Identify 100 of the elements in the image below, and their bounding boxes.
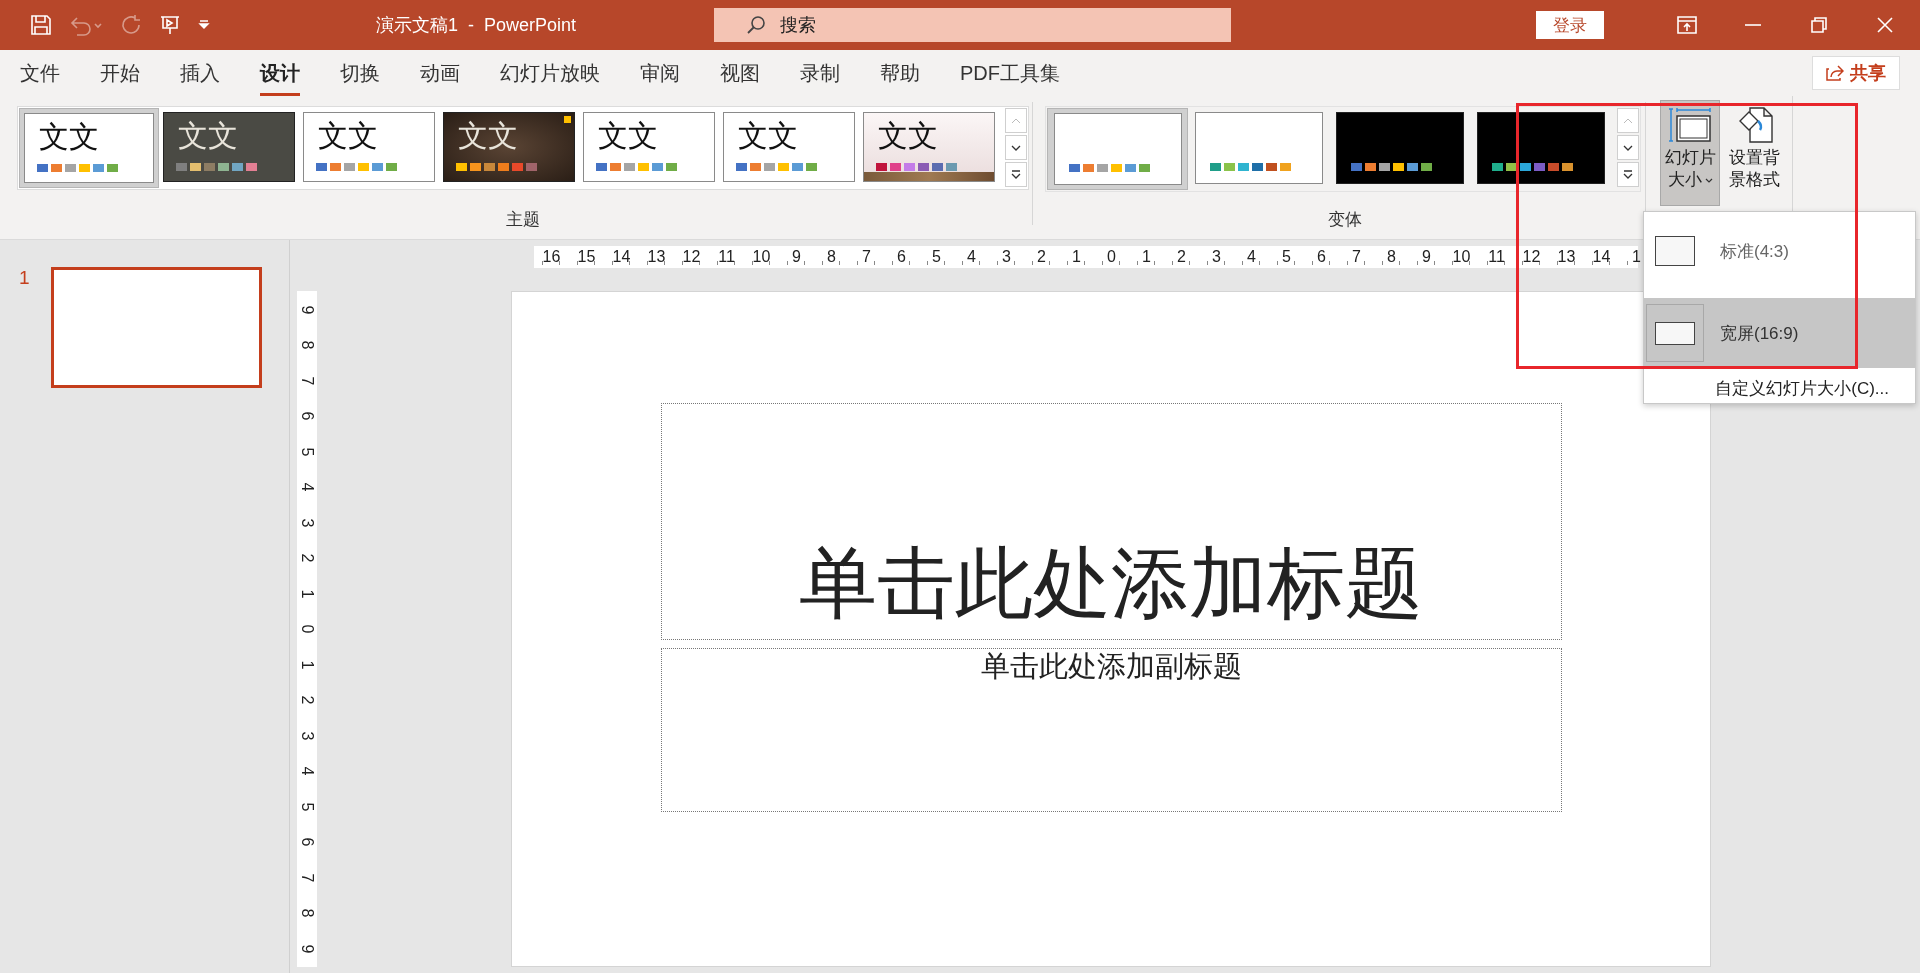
login-button[interactable]: 登录 bbox=[1536, 11, 1604, 39]
ruler-number: 4 bbox=[298, 482, 316, 492]
caret-icon bbox=[1704, 178, 1713, 183]
sample-text: 文文 bbox=[598, 117, 658, 155]
title-placeholder[interactable]: 单击此处添加标题 bbox=[660, 403, 1562, 640]
ruler-number: 13 bbox=[646, 247, 667, 267]
ribbon-tab[interactable]: 视图 bbox=[720, 54, 760, 96]
sample-text: 文文 bbox=[318, 117, 378, 155]
ruler-number: 5 bbox=[298, 447, 316, 457]
theme-thumbnail[interactable] bbox=[1476, 112, 1605, 184]
ruler-number: 2 bbox=[1176, 247, 1187, 267]
ruler-number: 5 bbox=[298, 802, 316, 812]
ribbon-tab[interactable]: 幻灯片放映 bbox=[500, 54, 600, 96]
ruler-number: 8 bbox=[826, 247, 837, 267]
ruler-number: 11 bbox=[1487, 247, 1506, 267]
sample-text: 文文 bbox=[878, 117, 938, 155]
ruler-number: 7 bbox=[298, 873, 316, 883]
ruler-number: 12 bbox=[1521, 247, 1542, 267]
menu-item[interactable]: 宽屏(16:9) bbox=[1644, 298, 1915, 368]
ruler-number: 4 bbox=[1246, 247, 1257, 267]
ruler-number: 5 bbox=[1281, 247, 1292, 267]
ruler-number: 14 bbox=[611, 247, 632, 267]
ruler-number: 3 bbox=[1001, 247, 1012, 267]
theme-thumbnail[interactable]: 文文 bbox=[723, 112, 855, 182]
theme-thumbnail[interactable]: 文文 bbox=[583, 112, 715, 182]
ruler-number: 6 bbox=[298, 411, 316, 421]
ruler-number: 7 bbox=[1351, 247, 1362, 267]
sample-text: 文文 bbox=[178, 117, 238, 155]
ruler-number: 4 bbox=[298, 766, 316, 776]
ribbon-tab[interactable]: 开始 bbox=[100, 54, 140, 96]
close-icon[interactable] bbox=[1875, 17, 1895, 33]
theme-thumbnail[interactable]: 文文 bbox=[443, 112, 575, 182]
search-field[interactable]: 搜索 bbox=[714, 8, 1231, 42]
theme-thumbnail[interactable] bbox=[1194, 112, 1323, 184]
ruler-number: 9 bbox=[1421, 247, 1432, 267]
slide-size-icon bbox=[1668, 107, 1712, 143]
ribbon-tab[interactable]: 文件 bbox=[20, 54, 60, 96]
selection-frame[interactable] bbox=[1047, 108, 1188, 190]
sample-text: 文文 bbox=[738, 117, 798, 155]
scroll-more-button[interactable] bbox=[1005, 162, 1027, 187]
slide-thumbnail[interactable] bbox=[51, 267, 262, 388]
menu-item[interactable]: 自定义幻灯片大小(C)... bbox=[1715, 369, 1915, 400]
ruler-number: 8 bbox=[298, 908, 316, 918]
expand-icon bbox=[1623, 169, 1633, 180]
ruler-number: 1 bbox=[1071, 247, 1082, 267]
placeholder-text: 单击此处添加标题 bbox=[799, 538, 1423, 630]
ruler-number: 8 bbox=[298, 340, 316, 350]
ruler-number: 1 bbox=[298, 660, 316, 670]
scroll-more-button[interactable] bbox=[1617, 162, 1639, 187]
ruler-number: 16 bbox=[541, 247, 562, 267]
slide-size-button[interactable]: 幻灯片大小 bbox=[1660, 100, 1720, 206]
chevron-down-icon bbox=[1011, 144, 1021, 151]
ribbon-tab[interactable]: 插入 bbox=[180, 54, 220, 96]
expand-icon bbox=[1011, 169, 1021, 180]
scroll-down-button[interactable] bbox=[1617, 135, 1639, 160]
theme-thumbnail[interactable]: 文文 bbox=[303, 112, 435, 182]
ruler-number: 3 bbox=[298, 731, 316, 741]
ribbon-tab[interactable]: 动画 bbox=[420, 54, 460, 96]
ruler-number: 5 bbox=[931, 247, 942, 267]
scroll-down-button[interactable] bbox=[1005, 135, 1027, 160]
ribbon-tab[interactable]: 帮助 bbox=[880, 54, 920, 96]
sample-text: 文文 bbox=[39, 118, 99, 156]
theme-thumbnail[interactable] bbox=[1053, 113, 1182, 185]
ruler-number: 13 bbox=[1556, 247, 1577, 267]
theme-thumbnail[interactable] bbox=[1335, 112, 1464, 184]
ruler-number: 6 bbox=[1316, 247, 1327, 267]
ribbon-tab[interactable]: 录制 bbox=[800, 54, 840, 96]
ruler-number: 2 bbox=[298, 695, 316, 705]
corner-mark bbox=[564, 116, 571, 123]
theme-thumbnail[interactable]: 文文 bbox=[163, 112, 295, 182]
group-label: 变体 bbox=[1328, 209, 1362, 231]
save-icon[interactable] bbox=[30, 14, 52, 36]
format-background-button[interactable]: 设置背景格式 bbox=[1724, 100, 1784, 206]
ribbon-tab[interactable]: 切换 bbox=[340, 54, 380, 96]
caret-icon[interactable] bbox=[198, 19, 210, 31]
menu-item[interactable]: 标准(4:3) bbox=[1644, 216, 1915, 286]
theme-thumbnail[interactable]: 文文 bbox=[863, 112, 995, 182]
restore-icon[interactable] bbox=[1809, 17, 1829, 33]
ribbon-tab[interactable]: 审阅 bbox=[640, 54, 680, 96]
ruler-number: 2 bbox=[1036, 247, 1047, 267]
group-label: 主题 bbox=[506, 209, 540, 231]
ruler-number: 1 bbox=[1631, 247, 1642, 267]
ribbon-display-icon[interactable] bbox=[1677, 16, 1697, 34]
ruler-number: 9 bbox=[791, 247, 802, 267]
ribbon-tab[interactable]: PDF工具集 bbox=[960, 54, 1060, 96]
ruler-number: 6 bbox=[896, 247, 907, 267]
minimize-icon[interactable] bbox=[1743, 24, 1763, 26]
share-button[interactable]: 共享 bbox=[1812, 56, 1900, 90]
ruler-number: 1 bbox=[1141, 247, 1152, 267]
chevron-up-icon bbox=[1011, 117, 1021, 124]
share-icon bbox=[1826, 65, 1844, 81]
subtitle-placeholder[interactable]: 单击此处添加副标题 bbox=[660, 648, 1562, 812]
presentation-icon[interactable] bbox=[159, 14, 181, 36]
widescreen-icon bbox=[1655, 321, 1695, 345]
ruler-number: 6 bbox=[298, 837, 316, 847]
ruler-number: 0 bbox=[298, 624, 316, 634]
ruler-number: 9 bbox=[298, 944, 316, 954]
chevron-up-icon bbox=[1623, 117, 1633, 124]
chevron-down-icon bbox=[1623, 144, 1633, 151]
ruler-number: 3 bbox=[298, 518, 316, 528]
